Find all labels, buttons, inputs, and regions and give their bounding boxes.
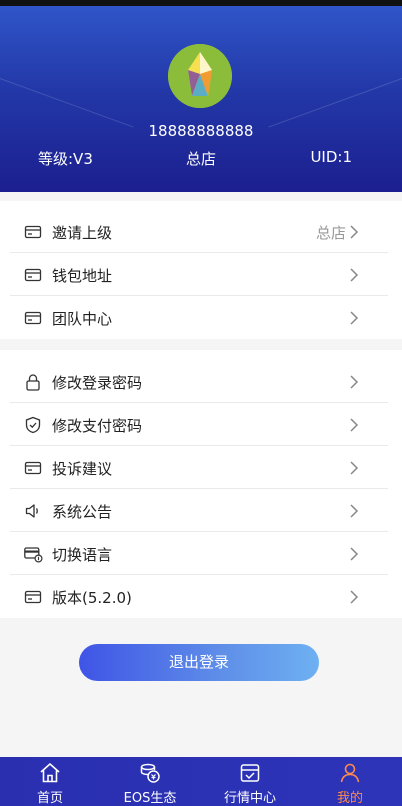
shield-icon bbox=[25, 416, 41, 434]
menu-item-announcements[interactable]: 系统公告 bbox=[10, 490, 388, 532]
card-icon bbox=[24, 461, 42, 475]
card-icon bbox=[24, 590, 42, 604]
menu-item-label: 修改支付密码 bbox=[52, 417, 143, 435]
home-icon bbox=[40, 763, 60, 783]
tab-label: 行情中心 bbox=[223, 791, 276, 806]
menu-card-2: 修改登录密码 修改支付密码 投诉建议 系统公告 切换语言 版本(5.2.0) bbox=[0, 350, 402, 618]
menu-item-change-login-password[interactable]: 修改登录密码 bbox=[10, 361, 388, 403]
chevron-right-icon bbox=[350, 461, 359, 475]
menu-item-value: 总店 bbox=[315, 224, 346, 242]
profile-info-row: 等级:V3 总店 UID:1 bbox=[0, 148, 402, 170]
menu-item-wallet-address[interactable]: 钱包地址 bbox=[10, 254, 388, 296]
menu-item-label: 版本(5.2.0) bbox=[52, 589, 132, 607]
chevron-right-icon bbox=[350, 225, 359, 239]
menu-item-invite-parent[interactable]: 邀请上级 总店 bbox=[10, 211, 388, 253]
menu-item-label: 系统公告 bbox=[52, 503, 113, 521]
crystal-avatar-icon bbox=[168, 44, 232, 108]
chevron-right-icon bbox=[350, 590, 359, 604]
language-card-icon bbox=[24, 547, 43, 563]
chevron-right-icon bbox=[350, 311, 359, 325]
chevron-right-icon bbox=[350, 547, 359, 561]
tab-home[interactable]: 首页 bbox=[0, 757, 100, 806]
menu-item-label: 团队中心 bbox=[52, 310, 113, 328]
chevron-right-icon bbox=[350, 418, 359, 432]
logout-button[interactable]: 退出登录 bbox=[79, 644, 319, 681]
lock-icon bbox=[26, 374, 40, 391]
avatar[interactable] bbox=[168, 44, 232, 108]
tab-label: EOS生态 bbox=[123, 791, 177, 806]
card-icon bbox=[24, 311, 42, 325]
market-box-icon bbox=[240, 764, 260, 782]
phone-number: 18888888888 bbox=[148, 122, 254, 140]
tab-label: 首页 bbox=[36, 791, 63, 806]
menu-card-1: 邀请上级 总店 钱包地址 团队中心 bbox=[0, 201, 402, 339]
tab-label: 我的 bbox=[336, 791, 363, 806]
chevron-right-icon bbox=[350, 268, 359, 282]
menu-item-label: 投诉建议 bbox=[52, 460, 113, 478]
bottom-tabbar: 首页 EOS生态 行情中心 我的 bbox=[0, 757, 402, 806]
menu-item-label: 邀请上级 bbox=[52, 224, 113, 242]
card-icon bbox=[24, 268, 42, 282]
menu-item-complaints[interactable]: 投诉建议 bbox=[10, 447, 388, 489]
menu-item-team-center[interactable]: 团队中心 bbox=[10, 297, 388, 339]
menu-item-version[interactable]: 版本(5.2.0) bbox=[10, 576, 388, 618]
speaker-icon bbox=[25, 504, 38, 518]
user-icon bbox=[340, 763, 360, 783]
menu-item-switch-language[interactable]: 切换语言 bbox=[10, 533, 388, 575]
tab-mine[interactable]: 我的 bbox=[300, 757, 400, 806]
uid-label: UID:1 bbox=[310, 148, 352, 166]
menu-item-label: 钱包地址 bbox=[52, 267, 113, 285]
card-icon bbox=[24, 225, 42, 239]
profile-header: 18888888888 等级:V3 总店 UID:1 bbox=[0, 6, 402, 192]
chevron-right-icon bbox=[350, 504, 359, 518]
coins-icon bbox=[140, 763, 160, 783]
menu-item-change-pay-password[interactable]: 修改支付密码 bbox=[10, 404, 388, 446]
chevron-right-icon bbox=[350, 375, 359, 389]
tab-eos-ecosystem[interactable]: EOS生态 bbox=[100, 757, 200, 806]
menu-item-label: 切换语言 bbox=[52, 546, 113, 564]
tab-market-center[interactable]: 行情中心 bbox=[200, 757, 300, 806]
menu-item-label: 修改登录密码 bbox=[52, 374, 143, 392]
